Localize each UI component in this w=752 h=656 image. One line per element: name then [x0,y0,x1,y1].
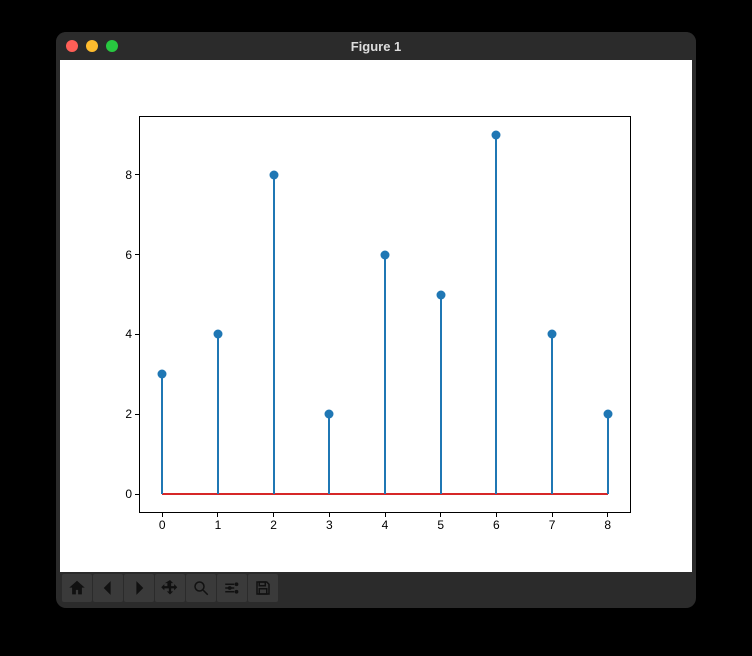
forward-icon[interactable] [124,574,154,602]
stem-marker [381,250,390,259]
x-tick-label: 0 [159,518,166,532]
figure-canvas: 0 1 2 3 4 5 6 7 8 0 2 4 6 8 [60,60,692,572]
x-tick-label: 6 [493,518,500,532]
stem-marker [603,410,612,419]
stem-line [440,295,442,494]
stem-line [328,414,330,494]
axes: 01234567802468 [139,116,631,513]
stem-marker [158,370,167,379]
stem-marker [436,290,445,299]
stem-line [161,374,163,494]
x-tick-label: 4 [382,518,389,532]
zoom-window-icon[interactable] [106,40,118,52]
x-tick-label: 8 [604,518,611,532]
zoom-icon[interactable] [186,574,216,602]
figure-window: Figure 1 0 1 2 3 4 5 6 7 8 0 2 4 6 8 [56,32,696,608]
y-tick-label: 4 [125,327,132,341]
window-controls [66,40,118,52]
stem-marker [492,130,501,139]
home-icon[interactable] [62,574,92,602]
stem-marker [325,410,334,419]
stem-line [273,175,275,494]
stem-line [551,334,553,494]
x-tick-label: 5 [437,518,444,532]
x-tick-label: 7 [549,518,556,532]
y-tick-label: 0 [125,487,132,501]
matplotlib-toolbar [60,572,692,604]
stem-marker [213,330,222,339]
y-tick-label: 2 [125,407,132,421]
window-title: Figure 1 [351,39,402,54]
stem-line [217,334,219,494]
minimize-icon[interactable] [86,40,98,52]
stem-marker [548,330,557,339]
x-tick-label: 1 [215,518,222,532]
close-icon[interactable] [66,40,78,52]
y-tick-label: 6 [125,248,132,262]
stem-marker [269,170,278,179]
titlebar: Figure 1 [56,32,696,60]
stem-line [495,135,497,494]
save-icon[interactable] [248,574,278,602]
back-icon[interactable] [93,574,123,602]
x-tick-label: 3 [326,518,333,532]
x-tick-label: 2 [270,518,277,532]
pan-icon[interactable] [155,574,185,602]
y-tick-label: 8 [125,168,132,182]
subplots-icon[interactable] [217,574,247,602]
stem-line [384,255,386,494]
stem-line [607,414,609,494]
